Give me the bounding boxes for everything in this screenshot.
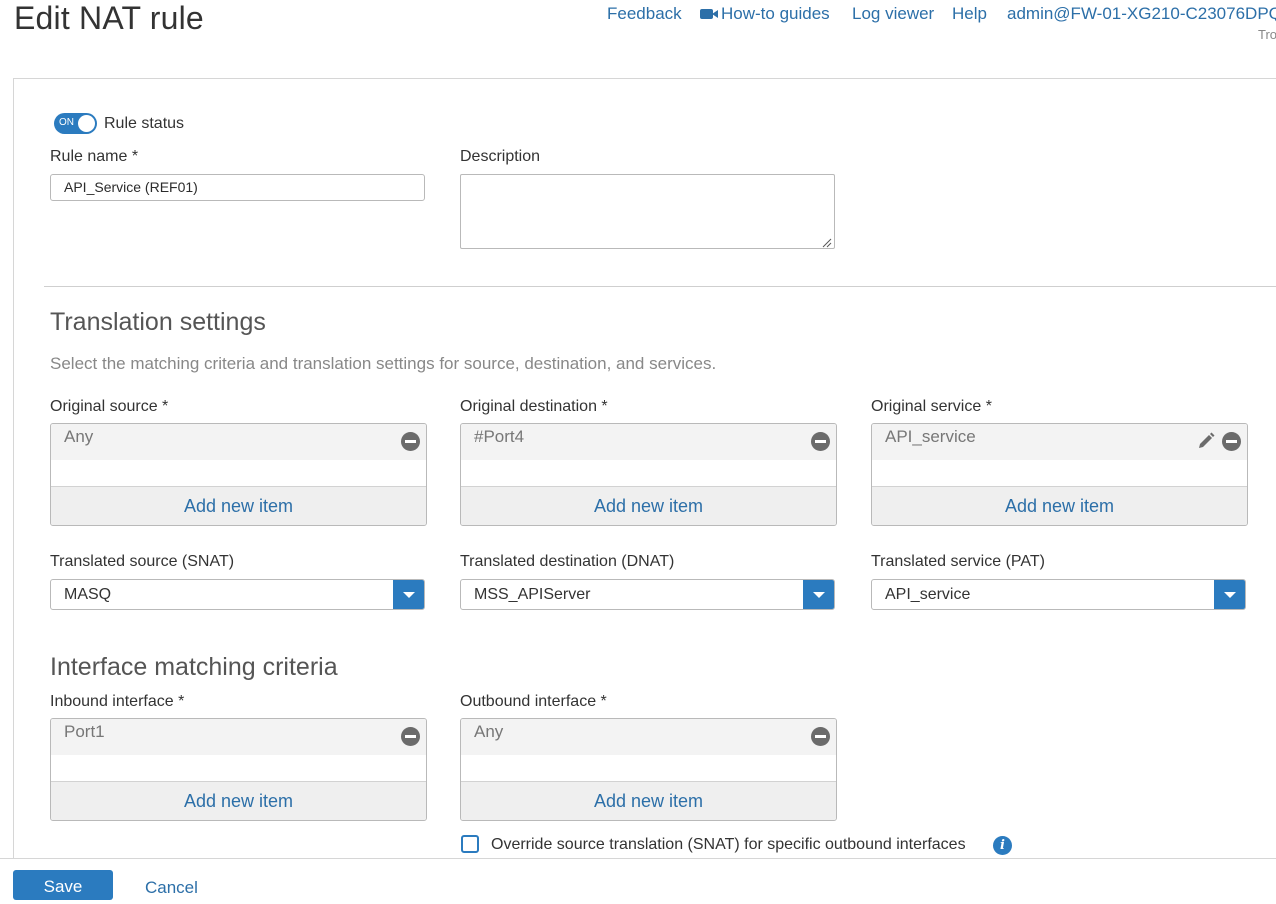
list-item-text: Port1 (64, 722, 105, 741)
translated-destination-label: Translated destination (DNAT) (460, 553, 675, 570)
feedback-link[interactable]: Feedback (607, 4, 682, 24)
original-destination-list: #Port4 Add new item (460, 423, 837, 526)
original-destination-label: Original destination * (460, 398, 608, 415)
log-viewer-link[interactable]: Log viewer (852, 4, 934, 24)
add-new-item-button[interactable]: Add new item (872, 486, 1247, 525)
rule-name-input[interactable]: API_Service (REF01) (50, 174, 425, 201)
override-snat-checkbox[interactable] (461, 835, 479, 853)
list-empty-area (51, 460, 426, 488)
rule-status-label: Rule status (104, 115, 185, 132)
list-item: API_service (872, 424, 1247, 460)
remove-icon[interactable] (1222, 432, 1241, 451)
select-value: API_service (885, 586, 971, 603)
description-textarea[interactable] (460, 174, 835, 249)
rule-name-label: Rule name * (50, 148, 139, 165)
translation-settings-subtitle: Select the matching criteria and transla… (50, 354, 717, 373)
list-empty-area (51, 755, 426, 783)
select-value: MSS_APIServer (474, 586, 591, 603)
toggle-knob (78, 115, 95, 132)
howto-guides-label: How-to guides (721, 4, 830, 23)
add-new-item-button[interactable]: Add new item (51, 486, 426, 525)
list-empty-area (461, 460, 836, 488)
translated-source-select[interactable]: MASQ (50, 579, 425, 610)
add-new-item-button[interactable]: Add new item (51, 781, 426, 820)
cancel-button[interactable]: Cancel (145, 878, 198, 898)
howto-guides-link[interactable]: How-to guides (700, 4, 830, 24)
interface-matching-title: Interface matching criteria (50, 653, 338, 681)
resize-handle-icon[interactable] (821, 235, 832, 248)
translated-service-label: Translated service (PAT) (871, 553, 1045, 570)
translation-settings-title: Translation settings (50, 308, 266, 336)
rule-status-toggle[interactable]: ON (54, 113, 97, 134)
chevron-down-icon[interactable] (393, 580, 424, 609)
original-service-label: Original service * (871, 398, 992, 415)
original-source-label: Original source * (50, 398, 169, 415)
add-new-item-button[interactable]: Add new item (461, 486, 836, 525)
translated-destination-select[interactable]: MSS_APIServer (460, 579, 835, 610)
list-item-text: Any (474, 722, 504, 741)
toggle-state-label: ON (59, 117, 74, 128)
video-camera-icon (700, 9, 718, 19)
description-label: Description (460, 148, 541, 165)
list-item-text: #Port4 (474, 427, 525, 446)
remove-icon[interactable] (811, 727, 830, 746)
list-item-text: Any (64, 427, 94, 446)
chevron-down-icon[interactable] (803, 580, 834, 609)
user-account-link[interactable]: admin@FW-01-XG210-C23076DPQ4 (1007, 4, 1276, 24)
list-item: Port1 (51, 719, 426, 755)
section-divider (44, 286, 1276, 287)
override-snat-label: Override source translation (SNAT) for s… (491, 836, 966, 853)
original-service-list: API_service Add new item (871, 423, 1248, 526)
page-title: Edit NAT rule (14, 0, 204, 36)
add-new-item-button[interactable]: Add new item (461, 781, 836, 820)
inbound-interface-list: Port1 Add new item (50, 718, 427, 821)
list-item-text: API_service (885, 427, 976, 446)
edit-pencil-icon[interactable] (1196, 431, 1216, 451)
remove-icon[interactable] (401, 432, 420, 451)
outbound-interface-label: Outbound interface * (460, 693, 607, 710)
remove-icon[interactable] (811, 432, 830, 451)
device-subtext: Tro (1258, 27, 1276, 42)
remove-icon[interactable] (401, 727, 420, 746)
translated-service-select[interactable]: API_service (871, 579, 1246, 610)
inbound-interface-label: Inbound interface * (50, 693, 185, 710)
list-item: Any (51, 424, 426, 460)
list-empty-area (872, 460, 1247, 488)
translated-source-label: Translated source (SNAT) (50, 553, 235, 570)
select-value: MASQ (64, 586, 112, 603)
outbound-interface-list: Any Add new item (460, 718, 837, 821)
chevron-down-icon[interactable] (1214, 580, 1245, 609)
list-item: Any (461, 719, 836, 755)
info-icon[interactable]: i (993, 836, 1012, 855)
help-link[interactable]: Help (952, 4, 987, 24)
original-source-list: Any Add new item (50, 423, 427, 526)
list-empty-area (461, 755, 836, 783)
list-item: #Port4 (461, 424, 836, 460)
